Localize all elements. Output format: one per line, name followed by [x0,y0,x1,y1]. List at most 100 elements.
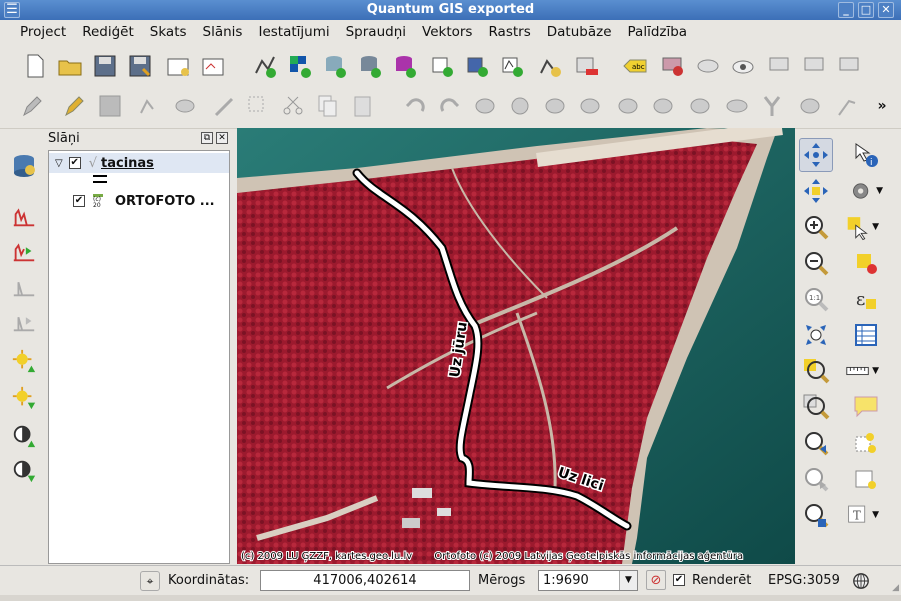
zoom-out-button[interactable] [799,246,833,280]
split-features-button[interactable] [757,91,787,121]
window-menu-button[interactable]: ☰ [4,2,20,18]
new-project-button[interactable] [20,51,50,81]
zoom-last-button[interactable] [799,426,833,460]
layer-row-tacinas[interactable]: ▽ ✔ √ tacinas [49,153,229,173]
maximize-button[interactable]: □ [858,2,874,18]
delete-ring-button[interactable] [613,91,643,121]
minimize-button[interactable]: _ [838,2,854,18]
select-features-button[interactable]: ▼ [845,210,879,244]
increase-brightness-button[interactable] [8,345,40,377]
menu-database[interactable]: Datubāze [539,24,620,40]
full-histogram-button[interactable] [8,305,40,337]
undo-button[interactable] [400,91,430,121]
labels-eye-button[interactable] [728,51,758,81]
menu-view[interactable]: Skats [142,24,195,40]
save-as-button[interactable] [125,51,155,81]
scale-combobox[interactable]: 1:9690 ▼ [538,570,638,591]
crs-status-button[interactable]: EPSG:3059 [768,573,840,588]
open-project-button[interactable] [55,51,85,81]
resize-grip-icon[interactable]: ◢ [892,583,899,593]
delete-part-button[interactable] [648,91,678,121]
open-attribute-table-button[interactable] [849,318,883,352]
menu-raster[interactable]: Rastrs [480,24,538,40]
zoom-full-button[interactable] [799,318,833,352]
move-feature-button[interactable] [170,91,200,121]
coordinate-toggle-button[interactable]: ⌖ [140,571,160,591]
map-tips-button[interactable] [849,390,883,424]
text-annotation-button[interactable]: T ▼ [845,498,879,532]
add-wms-layer-button[interactable] [428,51,458,81]
add-vector-layer-button[interactable] [250,51,280,81]
increase-contrast-button[interactable] [8,420,40,452]
actions-menu-button[interactable]: ▼ [849,174,883,208]
zoom-in-button[interactable] [799,210,833,244]
menu-vector[interactable]: Vektors [414,24,480,40]
reshape-button[interactable] [685,91,715,121]
layer-visibility-checkbox[interactable]: ✔ [73,195,85,207]
decrease-contrast-button[interactable] [8,455,40,487]
show-bookmarks-button[interactable] [849,462,883,496]
save-edits-button[interactable] [95,91,125,121]
show-hide-labels-button[interactable] [693,51,723,81]
deselect-features-button[interactable] [849,246,883,280]
delete-selected-button[interactable] [243,91,273,121]
pan-map-button[interactable] [799,138,833,172]
cut-features-button[interactable] [278,91,308,121]
pan-to-selection-button[interactable] [799,174,833,208]
save-project-button[interactable] [90,51,120,81]
copy-features-button[interactable] [313,91,343,121]
new-bookmark-button[interactable] [849,426,883,460]
measure-line-button[interactable]: ▼ [845,354,879,388]
cumulative-cut-button[interactable] [8,235,40,267]
node-tool-button[interactable] [210,91,240,121]
select-by-expression-button[interactable]: ε [849,282,883,316]
stop-render-button[interactable]: ⊘ [646,570,666,590]
menu-edit[interactable]: Rediģēt [74,24,142,40]
fill-ring-button[interactable] [575,91,605,121]
float-panel-button[interactable]: ⧉ [201,132,213,144]
decrease-brightness-button[interactable] [8,382,40,414]
layer-visibility-checkbox[interactable]: ✔ [68,157,81,169]
add-postgis-layer-button[interactable] [320,51,350,81]
remove-layer-button[interactable] [572,51,602,81]
add-wfs-layer-button[interactable] [498,51,528,81]
close-button[interactable]: ✕ [878,2,894,18]
menu-settings[interactable]: Iestatījumi [250,24,337,40]
toggle-editing-button[interactable] [60,91,90,121]
zoom-next-button[interactable] [799,462,833,496]
toolbar-overflow-button[interactable]: » [872,91,892,121]
move-label-button[interactable] [765,51,795,81]
edit-mode-menu-button[interactable] [18,91,48,121]
pin-labels-button[interactable] [658,51,688,81]
map-canvas[interactable]: Uz jūru Uz lici (c) 2009 LU ĢZZF, kartes… [237,128,795,564]
refresh-button[interactable] [799,498,833,532]
menu-layer[interactable]: Slānis [195,24,251,40]
rotate-point-symbols-button[interactable] [832,91,862,121]
histogram-stretch-button[interactable] [8,200,40,232]
add-raster-layer-button[interactable] [285,51,315,81]
new-shapefile-button[interactable] [535,51,565,81]
redo-button[interactable] [435,91,465,121]
add-wcs-layer-button[interactable] [463,51,493,81]
zoom-actual-size-button[interactable]: 1:1 [799,282,833,316]
coordinate-field[interactable]: 417006,402614 [260,570,470,591]
paste-features-button[interactable] [348,91,378,121]
crs-globe-button[interactable] [851,571,871,591]
zoom-to-layer-button[interactable] [799,390,833,424]
zoom-to-selection-button[interactable] [799,354,833,388]
label-tool-button[interactable]: abc [620,51,650,81]
simplify-feature-button[interactable] [470,91,500,121]
add-ring-button[interactable] [505,91,535,121]
add-mssql-layer-button[interactable] [390,51,420,81]
menu-project[interactable]: Project [12,24,74,40]
local-histogram-button[interactable] [8,270,40,302]
add-feature-button[interactable] [135,91,165,121]
close-panel-button[interactable]: ✕ [216,132,228,144]
render-checkbox[interactable]: ✔ [673,574,685,586]
layer-row-ortofoto[interactable]: ✔ (c) 20 ORTOFOTO ... [49,191,229,211]
rotate-label-button[interactable] [800,51,830,81]
menu-help[interactable]: Palīdzība [620,24,696,40]
change-label-button[interactable] [835,51,865,81]
new-print-composer-button[interactable] [163,51,193,81]
merge-features-button[interactable] [795,91,825,121]
